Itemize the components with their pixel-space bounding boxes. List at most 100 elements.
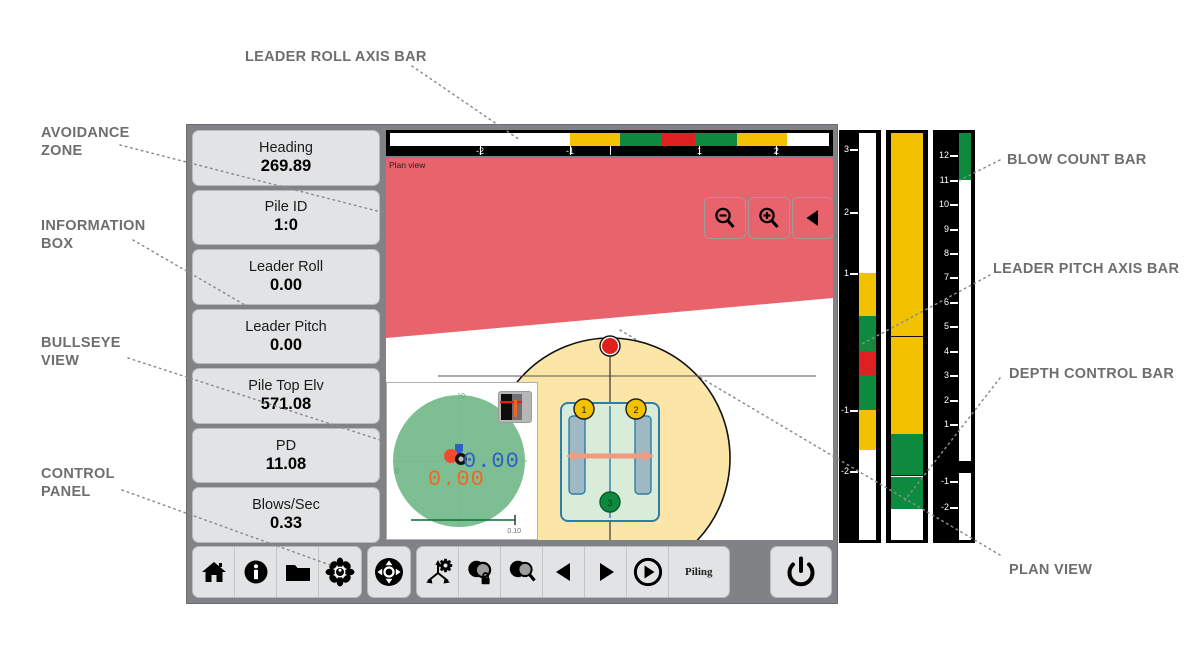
info-box-value: 571.08	[260, 395, 312, 414]
info-box-heading[interactable]: Heading 269.89	[192, 130, 380, 186]
triangle-left-icon	[806, 210, 818, 226]
depth-control-tick	[950, 155, 958, 158]
info-box-label: Blows/Sec	[252, 497, 320, 514]
leader-pitch-tick	[850, 409, 858, 412]
pitch-segment	[859, 273, 876, 317]
info-box-value: 269.89	[260, 156, 312, 175]
roll-segment	[390, 133, 480, 146]
annotation-depth-control-bar: DEPTH CONTROL BAR	[1009, 366, 1175, 382]
roll-tick-label: -2	[475, 146, 484, 156]
info-button[interactable]	[235, 547, 277, 597]
roll-tick	[609, 146, 611, 155]
blow-count-track	[891, 133, 923, 541]
information-box-panel: Heading 269.89 Pile ID 1:0 Leader Roll 0.00 Le…	[192, 130, 380, 544]
info-box-label: Heading	[258, 139, 313, 156]
power-button[interactable]	[771, 547, 831, 597]
info-box-value: 11.08	[265, 454, 307, 473]
leader-roll-axis-bar: -2 -1 1 2	[386, 130, 833, 156]
home-icon	[201, 562, 226, 582]
leader-pitch-axis-bar: 3 2 1 -1 -2	[839, 130, 881, 543]
bullseye-view[interactable]: 0 0 0.00 0.00 0.10	[386, 382, 538, 540]
search-view-button[interactable]	[501, 547, 543, 597]
depth-control-tick-label: 8	[943, 248, 949, 259]
axes-settings-button[interactable]	[417, 547, 459, 597]
info-box-label: Leader Roll	[248, 258, 324, 275]
depth-control-tick	[950, 507, 958, 510]
bullseye-value-secondary: 0.00	[428, 467, 485, 492]
depth-control-tick-label: 9	[943, 223, 949, 234]
depth-gap	[959, 460, 971, 473]
next-button[interactable]	[585, 547, 627, 597]
main-nav-group	[192, 546, 362, 598]
info-box-leader-roll[interactable]: Leader Roll 0.00	[192, 249, 380, 305]
depth-control-tick-label: 5	[943, 321, 949, 332]
blow-segment	[891, 265, 923, 338]
leader-pitch-ticks: 3 2 1 -1 -2	[839, 133, 859, 540]
control-panel-spacer	[735, 546, 765, 598]
zoom-in-button[interactable]	[748, 197, 790, 239]
annotation-information-box: INFORMATION BOX	[41, 218, 146, 252]
view-lock-icon	[467, 560, 491, 585]
pitch-segment	[859, 316, 876, 351]
annotation-plan-view: PLAN VIEW	[1009, 562, 1093, 578]
leader-pitch-tick-label: -2	[840, 465, 849, 476]
lock-view-button[interactable]	[459, 547, 501, 597]
info-box-blows-sec[interactable]: Blows/Sec 0.33	[192, 487, 380, 544]
blow-segment	[891, 415, 923, 436]
roll-segment	[736, 133, 788, 146]
blow-segment	[891, 336, 923, 417]
info-box-leader-pitch[interactable]: Leader Pitch 0.00	[192, 308, 380, 365]
triangle-left-icon	[555, 563, 570, 581]
depth-control-tick-label: 4	[943, 345, 949, 356]
settings-button[interactable]	[319, 547, 361, 597]
power-group	[770, 546, 832, 598]
depth-control-tick-label: 10	[938, 199, 949, 210]
play-button[interactable]	[627, 547, 669, 597]
depth-control-tick	[950, 375, 958, 378]
magnifier-minus-icon	[715, 207, 735, 228]
info-box-value: 0.00	[269, 335, 303, 354]
depth-control-tick-label: 2	[943, 394, 949, 405]
info-icon	[244, 560, 267, 584]
depth-control-tick-label: -1	[940, 475, 949, 486]
info-box-pile-id[interactable]: Pile ID 1:0	[192, 189, 380, 246]
info-box-pile-top-elv[interactable]: Pile Top Elv 571.08	[192, 368, 380, 424]
leader-pitch-tick-label: 3	[843, 144, 849, 155]
navigation-group	[367, 546, 411, 598]
axes-gear-icon	[425, 558, 452, 584]
annotation-control-panel: CONTROL PANEL	[41, 466, 115, 500]
depth-control-track	[959, 133, 971, 540]
leader-pitch-tick	[850, 149, 858, 152]
zoom-out-button[interactable]	[704, 197, 746, 239]
blow-segment	[891, 133, 923, 185]
home-button[interactable]	[193, 547, 235, 597]
leader-pitch-tick	[850, 212, 858, 215]
depth-control-tick	[950, 350, 958, 353]
svg-text:1: 1	[581, 405, 586, 415]
play-circle-icon	[633, 557, 662, 587]
pitch-segment	[859, 375, 876, 410]
depth-control-tick	[950, 301, 958, 304]
leader-roll-ticks: -2 -1 1 2	[390, 146, 829, 156]
depth-control-tick	[950, 277, 958, 280]
previous-button[interactable]	[543, 547, 585, 597]
dpad-icon	[375, 558, 403, 586]
depth-control-tick	[950, 253, 958, 256]
annotation-blow-count-bar: BLOW COUNT BAR	[1007, 152, 1147, 168]
depth-control-tick-label: -2	[940, 502, 949, 513]
depth-control-tick	[950, 326, 958, 329]
bullseye-scale-label: 0.10	[507, 528, 521, 535]
files-button[interactable]	[277, 547, 319, 597]
depth-control-tick-label: 12	[938, 150, 949, 161]
bullseye-inset-thumbnail[interactable]	[498, 391, 532, 423]
depth-control-tick-label: 7	[943, 272, 949, 283]
pan-left-button[interactable]	[792, 197, 833, 239]
annotation-bullseye-view: BULLSEYE VIEW	[41, 335, 121, 369]
dpad-button[interactable]	[368, 547, 410, 597]
info-box-pd[interactable]: PD 11.08	[192, 427, 380, 484]
power-icon	[787, 556, 815, 587]
annotation-leader-roll-axis-bar: LEADER ROLL AXIS BAR	[245, 49, 427, 65]
depth-control-ticks: 12 11 10 9 8 7 6 5 4 3 2 1 -1 -2	[933, 133, 959, 540]
depth-control-tick-label: 3	[943, 370, 949, 381]
blow-segment	[891, 183, 923, 267]
